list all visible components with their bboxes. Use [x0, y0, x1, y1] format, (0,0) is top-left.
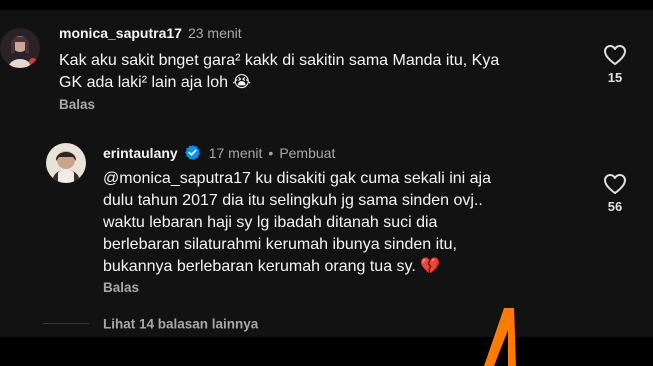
- reply-button[interactable]: Balas: [103, 280, 139, 295]
- creator-label: Pembuat: [279, 145, 336, 161]
- separator-dot: •: [268, 145, 274, 161]
- username[interactable]: erintaulany: [103, 145, 178, 161]
- comment-text: Kak aku sakit bnget gara² kakk di sakiti…: [59, 52, 500, 91]
- like-button[interactable]: 56: [597, 173, 633, 214]
- avatar[interactable]: [46, 143, 86, 183]
- reply-thread-line: [43, 323, 89, 325]
- heart-outline-icon: [604, 174, 626, 194]
- avatar[interactable]: [0, 28, 40, 68]
- comment-time: 17 menit: [208, 145, 263, 161]
- username[interactable]: monica_saputra17: [59, 25, 182, 41]
- comments-panel: monica_saputra17 23 menit Kak aku sakit b…: [0, 10, 653, 337]
- comment-item: monica_saputra17 23 menit Kak aku sakit b…: [0, 10, 653, 125]
- view-more-replies-button[interactable]: Lihat 14 balasan lainnya: [43, 315, 258, 333]
- like-count: 15: [607, 70, 623, 85]
- verified-badge-icon: [184, 144, 201, 164]
- comment-item: erintaulany 17 menit • Pembuat @monica_sapu…: [0, 135, 653, 305]
- like-button[interactable]: 15: [597, 44, 633, 85]
- comment-meta: erintaulany 17 menit • Pembuat: [103, 144, 335, 164]
- like-count: 56: [607, 199, 623, 214]
- heart-outline-icon: [604, 45, 626, 65]
- reply-button[interactable]: Balas: [59, 97, 95, 112]
- view-more-replies-label: Lihat 14 balasan lainnya: [103, 316, 259, 332]
- comment-time: 23 menit: [187, 25, 242, 41]
- comment-meta: monica_saputra17 23 menit: [59, 25, 242, 41]
- comment-text: @monica_saputra17 ku disakiti gak cuma s…: [103, 170, 491, 275]
